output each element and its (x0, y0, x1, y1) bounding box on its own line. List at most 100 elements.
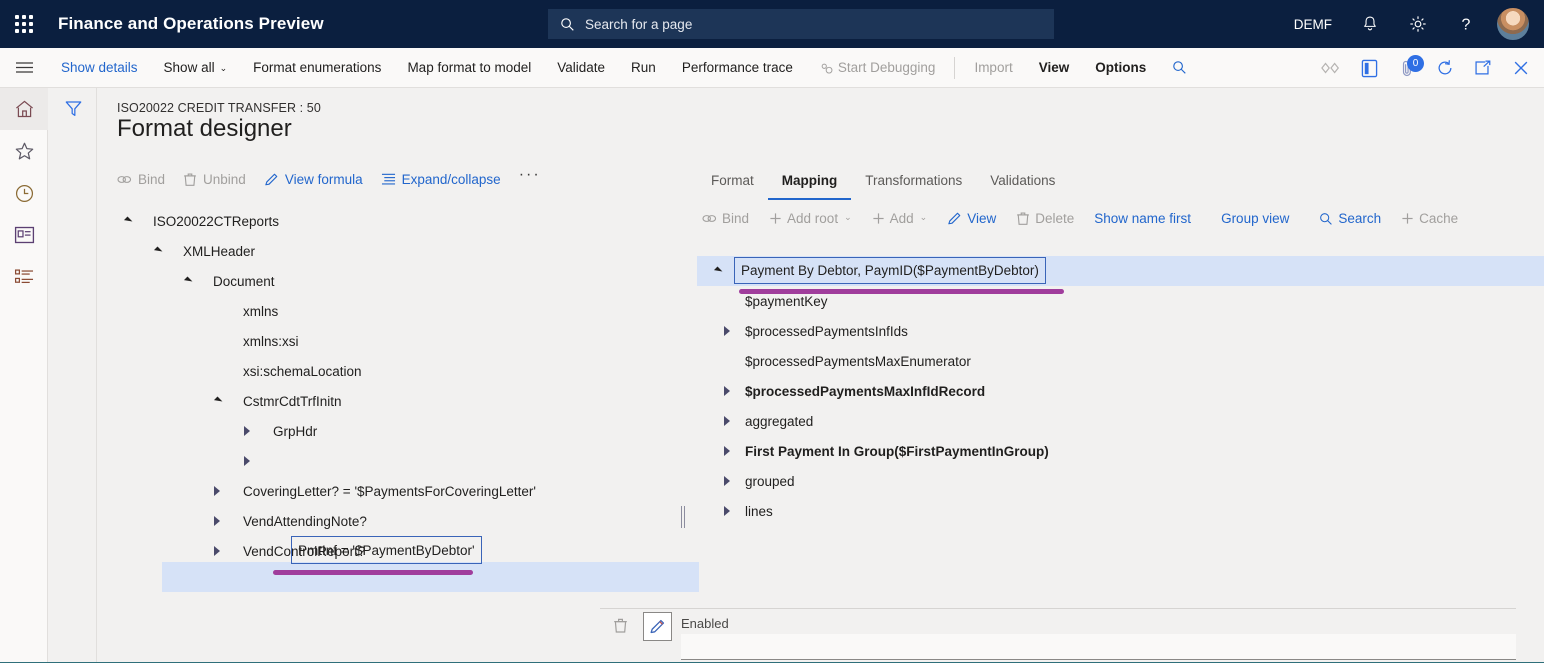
action-performance-trace[interactable]: Performance trace (669, 48, 806, 88)
tab-mapping[interactable]: Mapping (768, 168, 852, 200)
chevron-right-icon[interactable] (207, 506, 227, 536)
format-tree-node-xmlheader[interactable]: XMLHeader (157, 236, 255, 266)
mapping-tree-node-processedpaymentsinfids[interactable]: $processedPaymentsInfIds (717, 316, 908, 346)
chevron-right-icon[interactable] (717, 436, 737, 466)
action-show-all[interactable]: Show all⌄ (151, 48, 241, 88)
rail-item-modules[interactable] (0, 256, 48, 298)
rail-item-recent[interactable] (0, 172, 48, 214)
action-pane-right-icons: 0 (1312, 48, 1540, 88)
format-tree-node-vendattendingnote[interactable]: VendAttendingNote? (217, 506, 367, 536)
detail-field-input[interactable] (681, 634, 1516, 660)
action-show-details[interactable]: Show details (48, 48, 151, 88)
chevron-down-icon[interactable] (117, 206, 137, 236)
chevron-down-icon[interactable] (207, 386, 227, 416)
format-expand-collapse-label: Expand/collapse (402, 172, 501, 187)
rail-item-workspaces[interactable] (0, 214, 48, 256)
gear-icon[interactable] (1394, 0, 1442, 48)
format-tree-node-xsi-schemalocation[interactable]: xsi:schemaLocation (217, 356, 362, 386)
format-tree-node-label: GrpHdr (273, 424, 317, 439)
detail-edit-button[interactable] (643, 612, 672, 641)
format-view-formula-button[interactable]: View formula (264, 172, 363, 187)
link-icon (117, 173, 132, 186)
mapping-search-button[interactable]: Search (1319, 211, 1381, 226)
chevron-right-icon[interactable] (207, 536, 227, 566)
action-format-enumerations[interactable]: Format enumerations (240, 48, 394, 88)
format-tree-node-label: XMLHeader (183, 244, 255, 259)
mapping-tree-node-processedpaymentsmaxinfidrecord[interactable]: $processedPaymentsMaxInfIdRecord (717, 376, 985, 406)
mapping-tree-node-firstpaymentingroup[interactable]: First Payment In Group($FirstPaymentInGr… (717, 436, 1049, 466)
bell-icon[interactable] (1346, 0, 1394, 48)
mapping-tree-selected-node-box[interactable]: Payment By Debtor, PaymID($PaymentByDebt… (734, 257, 1046, 284)
mapping-tree-node-grouped[interactable]: grouped (717, 466, 795, 496)
action-validate[interactable]: Validate (544, 48, 618, 88)
open-in-new-window-icon[interactable] (1464, 48, 1502, 88)
chevron-right-icon[interactable] (237, 446, 257, 476)
format-more-options-button[interactable]: ··· (519, 166, 541, 184)
chevron-down-icon[interactable] (707, 256, 727, 286)
chevron-right-icon[interactable] (717, 466, 737, 496)
chevron-down-icon[interactable] (147, 236, 167, 266)
format-tree-selected-node-box[interactable]: PmtInf = '$PaymentByDebtor' (291, 536, 482, 564)
format-expand-collapse-button[interactable]: Expand/collapse (381, 172, 501, 187)
company-selector[interactable]: DEMF (1280, 0, 1346, 48)
mapping-cache-button: Cache (1401, 211, 1458, 226)
chevron-down-icon[interactable] (177, 266, 197, 296)
tab-transformations[interactable]: Transformations (851, 168, 976, 200)
mapping-bind-button: Bind (702, 211, 749, 226)
mapping-group-view-button[interactable]: Group view (1221, 211, 1289, 226)
mapping-view-button[interactable]: View (947, 211, 996, 226)
action-map-format-to-model[interactable]: Map format to model (394, 48, 544, 88)
chevron-right-icon[interactable] (717, 406, 737, 436)
chevron-right-icon[interactable] (717, 376, 737, 406)
chevron-right-icon[interactable] (207, 476, 227, 506)
rail-item-home[interactable] (0, 88, 48, 130)
mapping-show-name-first-button[interactable]: Show name first (1094, 211, 1191, 226)
format-tree-node-grphdr[interactable]: GrpHdr (247, 416, 317, 446)
mapping-toolbar: Bind Add root ⌄ Add ⌄ View (702, 211, 1478, 226)
action-import[interactable]: Import (961, 48, 1025, 88)
format-tree-node-xmlns[interactable]: xmlns (217, 296, 278, 326)
rail-item-favorites[interactable] (0, 130, 48, 172)
chevron-right-icon[interactable] (237, 416, 257, 446)
chevron-right-icon[interactable] (717, 496, 737, 526)
mapping-delete-button: Delete (1016, 211, 1074, 226)
mapping-add-root-label: Add root (787, 211, 838, 226)
action-options[interactable]: Options (1082, 48, 1159, 88)
global-search-box[interactable]: Search for a page (548, 9, 1054, 39)
action-start-debugging: Start Debugging (806, 48, 949, 88)
action-view[interactable]: View (1026, 48, 1083, 88)
app-title: Finance and Operations Preview (58, 14, 324, 34)
relations-icon[interactable] (1312, 48, 1350, 88)
mapping-tree-node-lines[interactable]: lines (717, 496, 773, 526)
page-content: ISO20022 CREDIT TRANSFER : 50 Format des… (97, 88, 1544, 663)
office-app-icon[interactable] (1350, 48, 1388, 88)
format-tree-node-xmlns-xsi[interactable]: xmlns:xsi (217, 326, 299, 356)
format-tree-node-cstmrcdttrfinitn[interactable]: CstmrCdtTrfInitn (217, 386, 342, 416)
close-icon[interactable] (1502, 48, 1540, 88)
question-mark-icon[interactable]: ? (1442, 0, 1490, 48)
hamburger-menu-icon[interactable] (0, 48, 48, 88)
tab-validations[interactable]: Validations (976, 168, 1069, 200)
app-launcher-icon[interactable] (0, 0, 48, 48)
mapping-tree-node-aggregated[interactable]: aggregated (717, 406, 813, 436)
user-avatar[interactable] (1496, 7, 1530, 41)
mapping-tree-node-label: $paymentKey (745, 294, 828, 309)
chevron-right-icon[interactable] (717, 316, 737, 346)
mapping-tree-node-paymentkey[interactable]: $paymentKey (717, 286, 828, 316)
avatar-wrap[interactable] (1490, 0, 1544, 48)
mapping-show-name-first-label: Show name first (1094, 211, 1191, 226)
action-search-icon[interactable] (1159, 48, 1200, 88)
action-run[interactable]: Run (618, 48, 669, 88)
mapping-tree-node-processedpaymentsmaxenumerator[interactable]: $processedPaymentsMaxEnumerator (717, 346, 971, 376)
format-view-formula-label: View formula (285, 172, 363, 187)
attachment-icon[interactable]: 0 (1388, 48, 1426, 88)
filter-funnel-icon[interactable] (49, 88, 97, 128)
format-tree-node-iso20022ctreports[interactable]: ISO20022CTReports (127, 206, 279, 236)
refresh-icon[interactable] (1426, 48, 1464, 88)
panel-splitter-handle[interactable] (681, 506, 686, 528)
format-bind-button: Bind (117, 172, 165, 187)
pencil-icon (264, 172, 279, 187)
format-tree-node-document[interactable]: Document (187, 266, 275, 296)
format-tree-node-coveringletter[interactable]: CoveringLetter? = '$PaymentsForCoveringL… (217, 476, 536, 506)
tab-format[interactable]: Format (697, 168, 768, 200)
